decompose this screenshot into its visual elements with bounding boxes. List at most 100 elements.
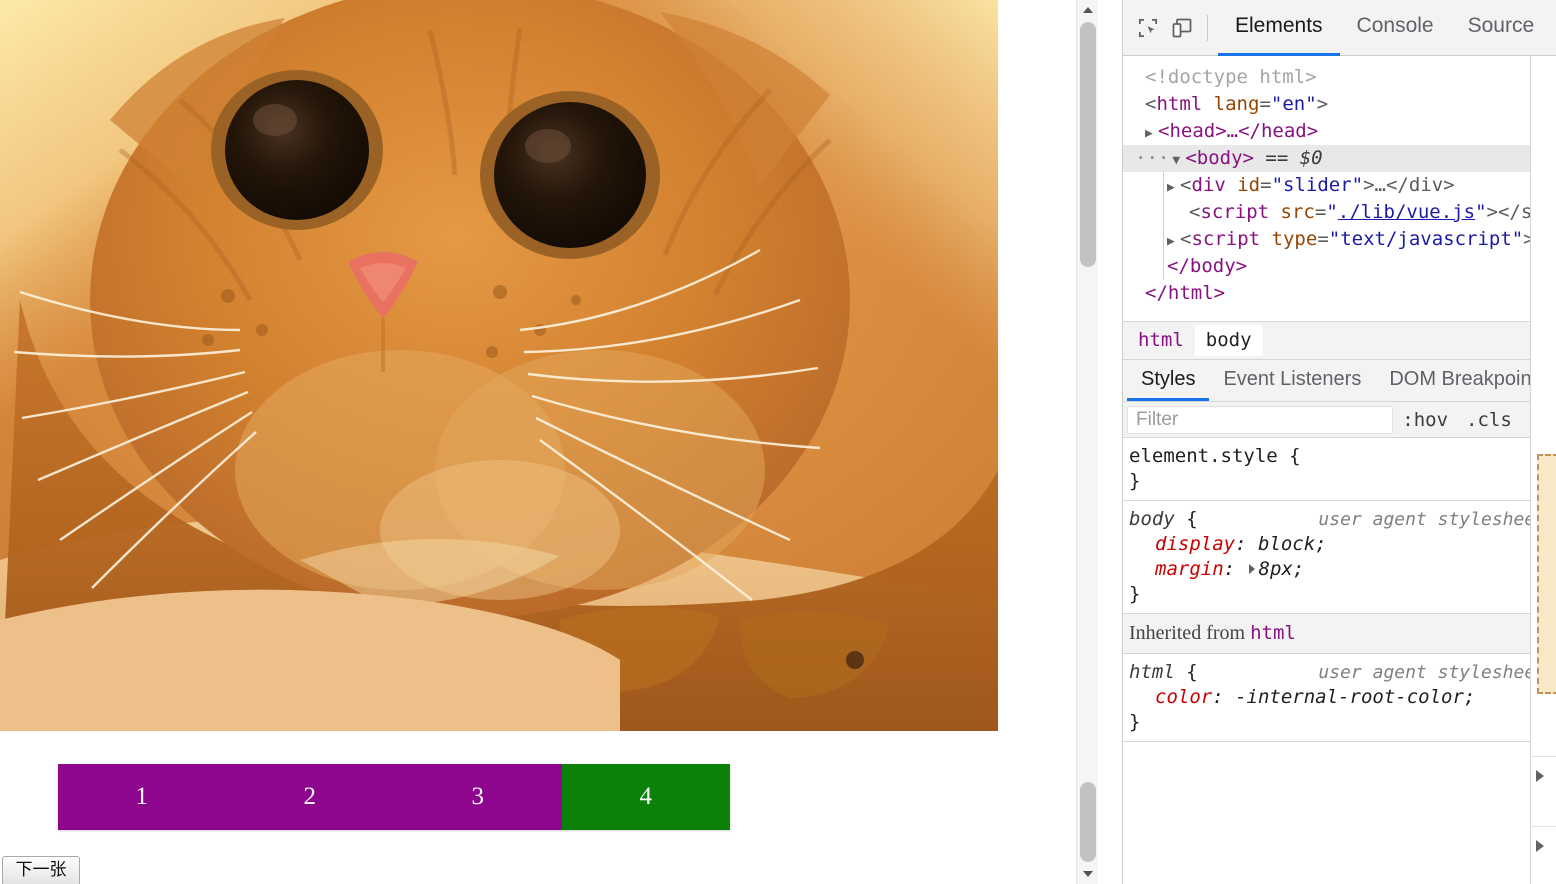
dom-row-doctype[interactable]: <!doctype html> [1123, 64, 1556, 91]
angle-open: < [1145, 93, 1157, 115]
declaration-display[interactable]: display: block; [1129, 532, 1546, 557]
colon: : [1223, 558, 1236, 580]
rule-selector-line: element.style { [1129, 444, 1301, 469]
html-close-text: </html> [1145, 282, 1226, 304]
rule-selector-line: body { [1129, 507, 1198, 532]
dom-row-div-slider[interactable]: ▶ <div id="slider">…</div> [1123, 172, 1556, 199]
chevron-right-icon [1536, 769, 1544, 782]
box-model-diagram [1537, 454, 1556, 694]
scroll-down-button[interactable] [1077, 864, 1098, 884]
browser-window: 1 2 3 4 下一张 Elements Console Source <!do… [0, 0, 1556, 884]
chevron-down-icon[interactable]: ▼ [1172, 147, 1185, 174]
dom-tree[interactable]: <!doctype html> <html lang="en"> ▶ <head>… [1123, 56, 1556, 322]
cat-image [0, 0, 998, 731]
tab-console[interactable]: Console [1340, 0, 1451, 56]
scrollbar-thumb[interactable] [1080, 22, 1096, 267]
angle-close: > [1316, 93, 1329, 115]
declaration-margin[interactable]: margin: 8px; [1129, 557, 1546, 582]
dom-row-body-close[interactable]: </body> [1123, 253, 1556, 280]
attr-value: "en" [1270, 93, 1317, 115]
hov-toggle[interactable]: :hov [1393, 409, 1457, 431]
dom-row-script-inline[interactable]: ▶<script type="text/javascript">…< [1123, 226, 1556, 253]
equals: = [1259, 93, 1271, 115]
expand-shorthand-icon[interactable] [1248, 564, 1255, 574]
tab-sources[interactable]: Source [1451, 0, 1552, 56]
dom-row-script-vue[interactable]: <script src="./lib/vue.js"></scri [1123, 199, 1556, 226]
tab-dom-breakpoints[interactable]: DOM Breakpoints [1375, 360, 1556, 401]
breadcrumb-item-body[interactable]: body [1194, 325, 1263, 356]
styles-filter-row: :hov .cls + [1123, 402, 1556, 438]
inherited-from-header: Inherited from html [1123, 614, 1556, 654]
rule-selector[interactable]: element.style [1129, 445, 1278, 467]
computed-styles-strip[interactable] [1530, 56, 1556, 884]
quote-close: " [1475, 201, 1487, 223]
slider-item-3[interactable]: 3 [394, 764, 562, 830]
declaration-value[interactable]: 8px; [1259, 558, 1305, 580]
inspect-cursor-glyph [1139, 18, 1157, 37]
inspect-element-icon[interactable] [1131, 11, 1165, 45]
close-brace: } [1129, 583, 1141, 605]
equals: = [1314, 201, 1327, 223]
collapsed-section-2[interactable] [1531, 826, 1556, 864]
quote-open: " [1326, 201, 1338, 223]
dom-row-body-selected[interactable]: ··· ▼ <body> == $0 [1123, 145, 1556, 280]
scroll-up-button[interactable] [1077, 0, 1098, 20]
body-close-text: </body> [1167, 255, 1248, 277]
rule-element-style[interactable]: element.style { } [1123, 438, 1556, 501]
rule-selector[interactable]: html [1129, 661, 1175, 683]
devtools-panel: Elements Console Source <!doctype html> … [1122, 0, 1556, 884]
dom-row-html-open[interactable]: <html lang="en"> [1123, 91, 1556, 118]
tag-name: html [1156, 93, 1203, 115]
attr-value: "slider" [1271, 174, 1364, 196]
page-scrollbar[interactable] [1076, 0, 1098, 884]
script-src-link[interactable]: ./lib/vue.js [1338, 201, 1475, 223]
breadcrumb: html body [1123, 322, 1556, 360]
angle-open: < [1180, 228, 1192, 250]
declaration-color[interactable]: color: -internal-root-color; [1129, 685, 1546, 710]
breadcrumb-item-html[interactable]: html [1127, 325, 1195, 356]
next-image-button[interactable]: 下一张 [2, 856, 80, 884]
tab-elements[interactable]: Elements [1218, 0, 1340, 56]
slider-item-1[interactable]: 1 [58, 764, 226, 830]
equals: = [1260, 174, 1272, 196]
styles-rules-pane[interactable]: element.style { } body { user agent styl… [1123, 438, 1556, 884]
devtools-tab-bar: Elements Console Source [1218, 0, 1551, 56]
declaration-value[interactable]: block; [1258, 533, 1327, 555]
open-brace: { [1186, 508, 1198, 530]
rule-origin: user agent stylesheet [1318, 509, 1546, 530]
scrollbar-thumb-lower[interactable] [1080, 782, 1096, 862]
attr-name: id [1237, 174, 1261, 196]
device-toolbar-icon[interactable] [1165, 11, 1199, 45]
collapsed-section-1[interactable] [1531, 756, 1556, 794]
image-slider-bar[interactable]: 1 2 3 4 [58, 764, 730, 830]
chevron-right-icon[interactable]: ▶ [1167, 228, 1180, 255]
body-node-text: <body> [1185, 147, 1254, 169]
selected-node-ref: == $0 [1265, 147, 1323, 169]
declaration-property[interactable]: margin [1155, 558, 1224, 580]
declaration-property[interactable]: display [1155, 533, 1235, 555]
head-node-text: <head>…</head> [1158, 120, 1319, 142]
dom-row-html-close[interactable]: </html> [1123, 280, 1556, 307]
close-brace: } [1129, 470, 1141, 492]
chevron-right-icon[interactable]: ▶ [1145, 120, 1158, 147]
tab-styles[interactable]: Styles [1127, 360, 1210, 401]
rule-html-user-agent[interactable]: html { user agent stylesheet color: -int… [1123, 654, 1556, 742]
declaration-property[interactable]: color [1155, 686, 1212, 708]
rule-selector[interactable]: body [1129, 508, 1175, 530]
cls-toggle[interactable]: .cls [1457, 409, 1521, 431]
slider-item-2[interactable]: 2 [226, 764, 394, 830]
chevron-right-icon[interactable]: ▶ [1167, 174, 1180, 201]
slider-item-4-active[interactable]: 4 [562, 764, 730, 830]
dom-row-head[interactable]: ▶ <head>…</head> [1123, 118, 1556, 145]
tab-event-listeners[interactable]: Event Listeners [1209, 360, 1375, 401]
rule-body-user-agent[interactable]: body { user agent stylesheet display: bl… [1123, 501, 1556, 614]
doctype-text: <!doctype html> [1145, 66, 1317, 88]
angle-open: < [1189, 201, 1201, 223]
close-brace: } [1129, 711, 1141, 733]
inherited-tag[interactable]: html [1250, 622, 1296, 644]
more-ellipsis[interactable]: ··· [1135, 147, 1169, 169]
node-tail: >…</div> [1363, 174, 1455, 196]
declaration-value[interactable]: -internal-root-color; [1235, 686, 1475, 708]
styles-filter-input[interactable] [1127, 405, 1394, 434]
rule-header: html { user agent stylesheet [1129, 660, 1546, 685]
